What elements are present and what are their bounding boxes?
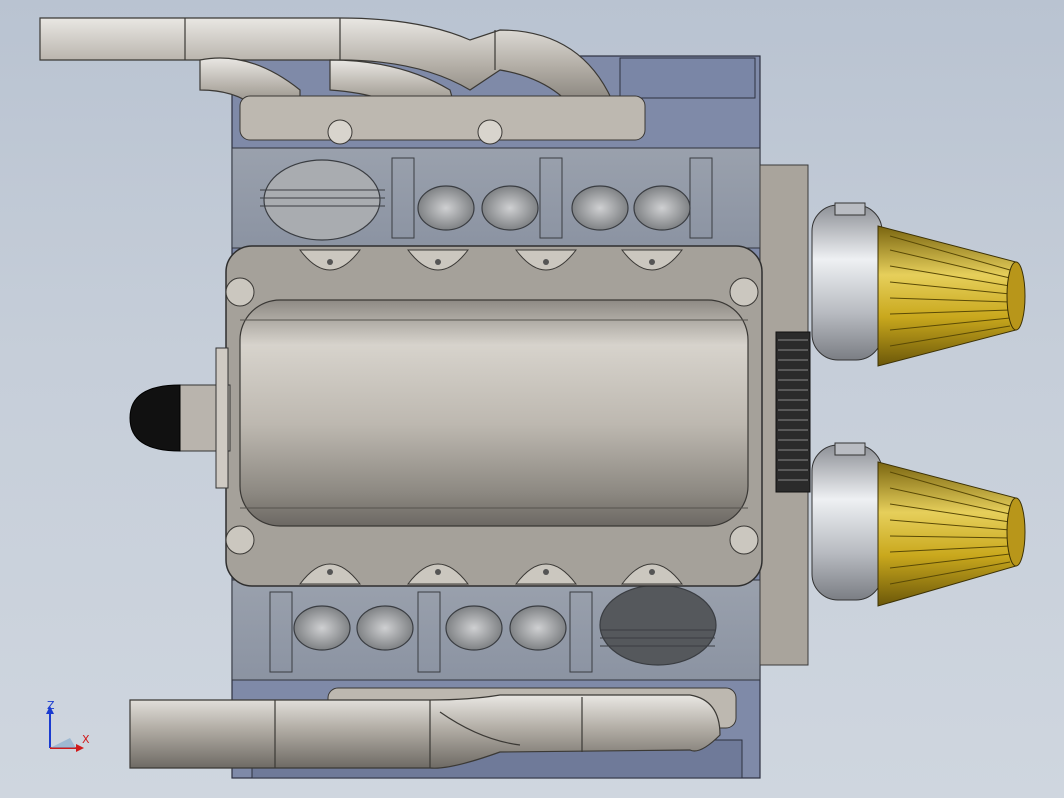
cylinder-head-lower[interactable] <box>231 579 761 681</box>
cylinder-head-upper[interactable] <box>231 147 761 249</box>
graphics-viewport[interactable]: Z X <box>0 0 1064 798</box>
pulley-upper[interactable] <box>811 202 883 361</box>
x-axis-label: X <box>82 733 90 746</box>
timing-cover[interactable] <box>759 164 811 666</box>
exhaust-flange-upper <box>239 95 646 145</box>
z-axis-label: Z <box>47 699 55 712</box>
distributor[interactable] <box>129 347 231 489</box>
pulley-lower[interactable] <box>811 442 883 601</box>
v8-engine-model[interactable] <box>0 0 1064 798</box>
intake-plenum[interactable] <box>225 245 763 587</box>
air-filter-upper[interactable] <box>877 225 1026 367</box>
air-filter-lower[interactable] <box>877 461 1026 607</box>
